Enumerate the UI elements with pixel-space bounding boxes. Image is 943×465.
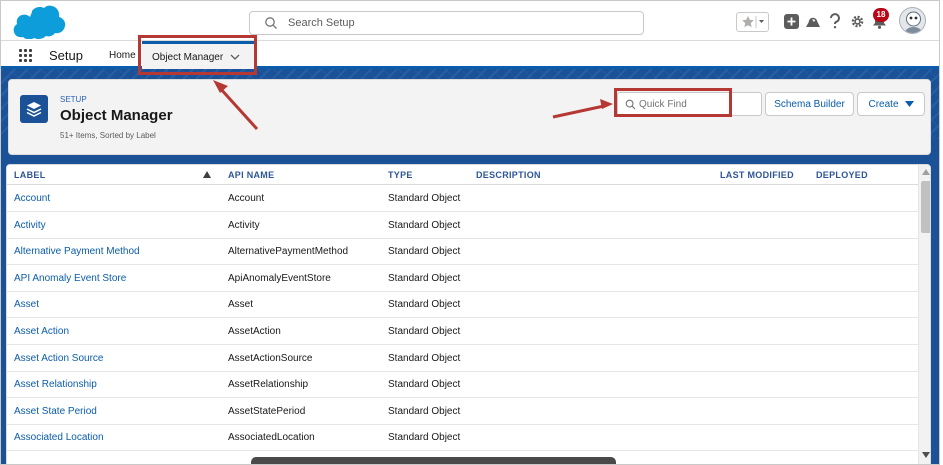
notification-badge: 18 [873,8,889,22]
table-row: Asset Action Source AssetActionSource Stan… [7,345,918,372]
gear-icon [851,15,863,27]
search-setup-input[interactable]: Search Setup [249,11,644,35]
layers-icon [26,102,42,117]
schema-builder-label: Schema Builder [774,98,845,110]
browser-frame: Search Setup 18 Setup Home Object Manage… [0,0,940,465]
object-label-link[interactable]: Account [14,193,50,204]
nav-item-home[interactable]: Home [109,50,136,61]
table-row: Asset Relationship AssetRelationship Stand… [7,371,918,399]
search-placeholder: Search Setup [288,17,355,29]
table-row: Asset State Period AssetStatePeriod Standa… [7,398,918,425]
sort-ascending-icon[interactable] [203,171,211,178]
object-label-link[interactable]: Activity [14,220,46,231]
api-name-cell: AssociatedLocation [228,432,315,444]
type-cell: Standard Object [388,326,461,337]
object-label-link[interactable]: Asset [14,299,39,310]
page-eyebrow: SETUP [60,95,87,104]
api-name-cell: Asset [228,299,254,311]
objects-table: LABEL API NAME TYPE DESCRIPTION LAST MOD… [6,164,931,464]
type-cell: Standard Object [388,405,461,417]
caret-down-icon [904,101,914,107]
table-row: Asset Asset Standard Object [7,291,918,319]
api-name-cell: AlternativePaymentMethod [228,246,349,258]
table-row: Activity Activity Standard Object [7,212,918,239]
floating-toolbar-edge [251,457,616,464]
app-name: Setup [49,48,83,63]
schema-builder-button[interactable]: Schema Builder [765,92,854,116]
setup-gear-button[interactable] [846,10,868,32]
type-cell: Standard Object [388,379,461,391]
column-header-api-name[interactable]: API NAME [228,170,274,180]
table-row: Asset Action AssetAction Standard Object [7,318,918,345]
scroll-down-icon[interactable] [922,452,930,458]
column-header-description[interactable]: DESCRIPTION [476,170,541,180]
type-cell: Standard Object [388,272,461,284]
column-header-label[interactable]: LABEL [14,170,46,180]
vertical-scrollbar[interactable] [918,165,930,464]
api-name-cell: AssetAction [228,326,281,337]
api-name-cell: Activity [228,219,260,231]
api-name-cell: Account [228,193,265,204]
user-avatar-icon [904,11,923,33]
object-label-link[interactable]: API Anomaly Event Store [14,273,126,284]
table-row: Account Account Standard Object [7,185,918,212]
object-label-link[interactable]: Asset Action [14,326,69,337]
object-label-link[interactable]: Asset State Period [14,406,97,417]
column-header-deployed[interactable]: DEPLOYED [816,170,868,180]
table-row: Associated Location AssociatedLocation Sta… [7,424,918,452]
global-actions-button[interactable] [780,10,802,32]
table-row: API Anomaly Event Store ApiAnomalyEventSt… [7,265,918,292]
trailhead-icon [806,17,820,27]
favorites-button[interactable] [736,12,769,32]
page-title: Object Manager [60,107,173,124]
help-icon [830,13,840,29]
api-name-cell: ApiAnomalyEventStore [228,272,331,284]
object-label-link[interactable]: Asset Relationship [14,379,97,390]
type-cell: Standard Object [388,299,461,311]
object-manager-icon [20,95,48,123]
api-name-cell: AssetRelationship [228,379,309,391]
object-label-link[interactable]: Alternative Payment Method [14,246,140,257]
create-button[interactable]: Create [857,92,925,116]
trailhead-button[interactable] [802,10,824,32]
type-cell: Standard Object [388,246,461,258]
object-label-link[interactable]: Associated Location [14,432,104,443]
column-header-last-modified[interactable]: LAST MODIFIED [720,170,794,180]
api-name-cell: AssetActionSource [228,352,313,364]
type-cell: Standard Object [388,352,461,364]
app-launcher-icon[interactable] [19,49,33,63]
help-button[interactable] [824,10,846,32]
type-cell: Standard Object [388,432,461,444]
callout-box-quick-find [614,88,732,117]
scrollbar-thumb[interactable] [921,181,930,233]
type-cell: Standard Object [388,193,461,204]
table-header: LABEL API NAME TYPE DESCRIPTION LAST MOD… [7,165,918,185]
table-row: Alternative Payment Method AlternativePay… [7,238,918,266]
scroll-up-icon[interactable] [922,169,930,175]
type-cell: Standard Object [388,219,461,231]
object-manager-header: SETUP Object Manager 51+ Items, Sorted b… [8,79,931,155]
create-label: Create [868,98,899,110]
add-icon [783,13,799,29]
list-meta-info: 51+ Items, Sorted by Label [60,131,156,140]
favorites-star-icon [741,16,764,28]
api-name-cell: AssetStatePeriod [228,405,306,417]
salesforce-cloud-logo[interactable] [8,5,66,39]
object-label-link[interactable]: Asset Action Source [14,353,104,364]
avatar[interactable] [899,7,926,34]
callout-box-object-manager-tab [138,35,257,75]
column-header-type[interactable]: TYPE [388,170,413,180]
search-icon [265,17,277,29]
